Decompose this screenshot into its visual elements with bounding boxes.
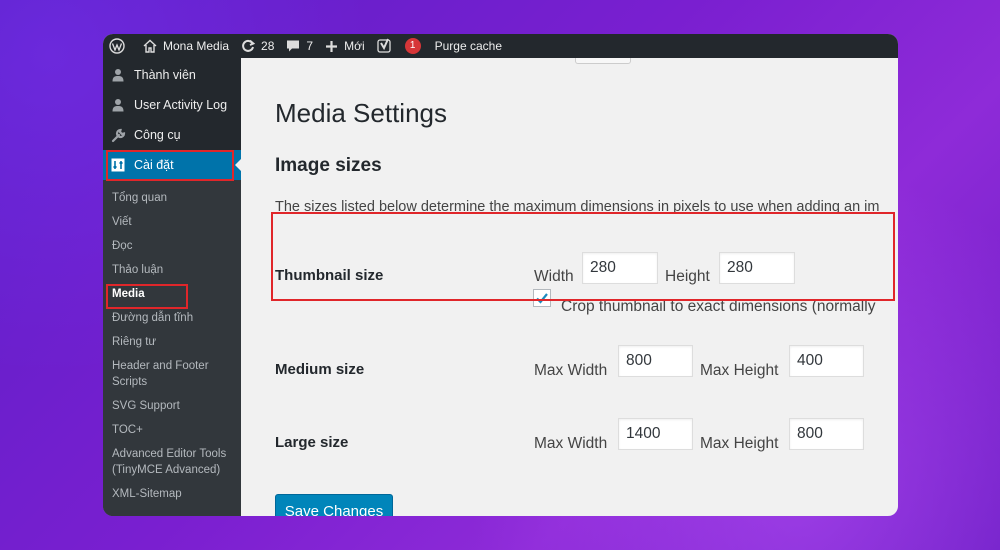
medium-height-input[interactable]: 400 (789, 345, 864, 377)
yoast-icon (376, 38, 391, 53)
wordpress-icon (109, 38, 125, 54)
comment-icon (287, 40, 300, 52)
large-size-label: Large size (275, 434, 349, 451)
submenu-item-xml-sitemap[interactable]: XML-Sitemap (103, 482, 241, 506)
submenu-item-general[interactable]: Tổng quan (103, 186, 241, 210)
submenu-item-discussion[interactable]: Thảo luận (103, 258, 241, 282)
medium-width-label: Max Width (534, 362, 608, 379)
submenu-item-writing[interactable]: Viết (103, 210, 241, 234)
page-title: Media Settings (275, 98, 447, 128)
updates-count: 28 (261, 39, 275, 53)
submenu-item-privacy[interactable]: Riêng tư (103, 330, 241, 354)
wordpress-logo-button[interactable] (103, 34, 137, 58)
submenu-item-toc[interactable]: TOC+ (103, 418, 241, 442)
new-label: Mới (344, 39, 365, 53)
sidebar-item-label: Công cụ (134, 128, 181, 142)
submenu-item-svg-support[interactable]: SVG Support (103, 394, 241, 418)
comments-link[interactable]: 7 (280, 34, 319, 58)
sidebar-item-settings[interactable]: Cài đặt (103, 150, 242, 180)
section-description: The sizes listed below determine the max… (275, 199, 880, 215)
submenu-item-media[interactable]: Media (103, 282, 241, 306)
large-width-input[interactable]: 1400 (618, 418, 693, 450)
site-name: Mona Media (163, 39, 230, 53)
new-content-link[interactable]: Mới (319, 34, 371, 58)
sidebar-item-label: Thành viên (134, 68, 196, 82)
purge-cache-label: Purge cache (434, 39, 503, 53)
crop-thumbnail-label: Crop thumbnail to exact dimensions (norm… (561, 298, 876, 315)
medium-height-label: Max Height (700, 362, 779, 379)
settings-submenu: Tổng quan Viết Đọc Thảo luận Media Đường… (103, 180, 241, 516)
yoast-notification-badge: 1 (404, 38, 421, 54)
sidebar-item-label: User Activity Log (134, 98, 228, 112)
medium-width-input[interactable]: 800 (618, 345, 693, 377)
thumbnail-height-label: Height (665, 268, 710, 285)
home-icon (143, 39, 157, 53)
submenu-item-advanced-editor-tools[interactable]: Advanced Editor Tools (TinyMCE Advanced) (103, 442, 241, 482)
refresh-icon (242, 39, 256, 52)
sidebar-item-users[interactable]: Thành viên (103, 60, 241, 90)
thumbnail-width-input[interactable]: 280 (582, 252, 658, 284)
main-content: Media Settings Image sizes The sizes lis… (241, 58, 898, 516)
user-icon (110, 97, 126, 113)
crop-thumbnail-checkbox[interactable] (533, 289, 551, 307)
purge-cache-link[interactable]: Purge cache (427, 34, 508, 58)
submenu-item-permalinks[interactable]: Đường dẫn tĩnh (103, 306, 241, 330)
plus-icon (326, 40, 338, 52)
save-changes-button[interactable]: Save Changes (275, 494, 393, 516)
admin-bar: Mona Media 28 7 Mới 1 Purge cache (103, 34, 898, 58)
sidebar-item-tools[interactable]: Công cụ (103, 120, 241, 150)
settings-sliders-icon (110, 157, 126, 173)
sidebar-item-user-activity-log[interactable]: User Activity Log (103, 90, 241, 120)
submenu-item-header-footer-scripts[interactable]: Header and Footer Scripts (103, 354, 241, 394)
medium-size-label: Medium size (275, 361, 365, 378)
user-icon (110, 67, 126, 83)
wrench-icon (110, 127, 126, 143)
submenu-item-reading[interactable]: Đọc (103, 234, 241, 258)
large-width-label: Max Width (534, 435, 608, 452)
screen-options-tab[interactable] (575, 58, 631, 64)
comments-count: 7 (306, 39, 314, 53)
large-height-label: Max Height (700, 435, 779, 452)
section-title: Image sizes (275, 155, 382, 176)
site-name-link[interactable]: Mona Media (137, 34, 235, 58)
browser-window: Mona Media 28 7 Mới 1 Purge cache Thành … (103, 34, 898, 516)
thumbnail-height-input[interactable]: 280 (719, 252, 795, 284)
yoast-seo-link[interactable]: 1 (371, 34, 427, 58)
admin-sidebar: Thành viên User Activity Log Công cụ Cài… (103, 58, 242, 516)
thumbnail-size-label: Thumbnail size (275, 267, 384, 284)
checkmark-icon (536, 293, 548, 304)
sidebar-item-label: Cài đặt (134, 158, 174, 172)
updates-link[interactable]: 28 (235, 34, 280, 58)
thumbnail-width-label: Width (534, 268, 574, 285)
large-height-input[interactable]: 800 (789, 418, 864, 450)
